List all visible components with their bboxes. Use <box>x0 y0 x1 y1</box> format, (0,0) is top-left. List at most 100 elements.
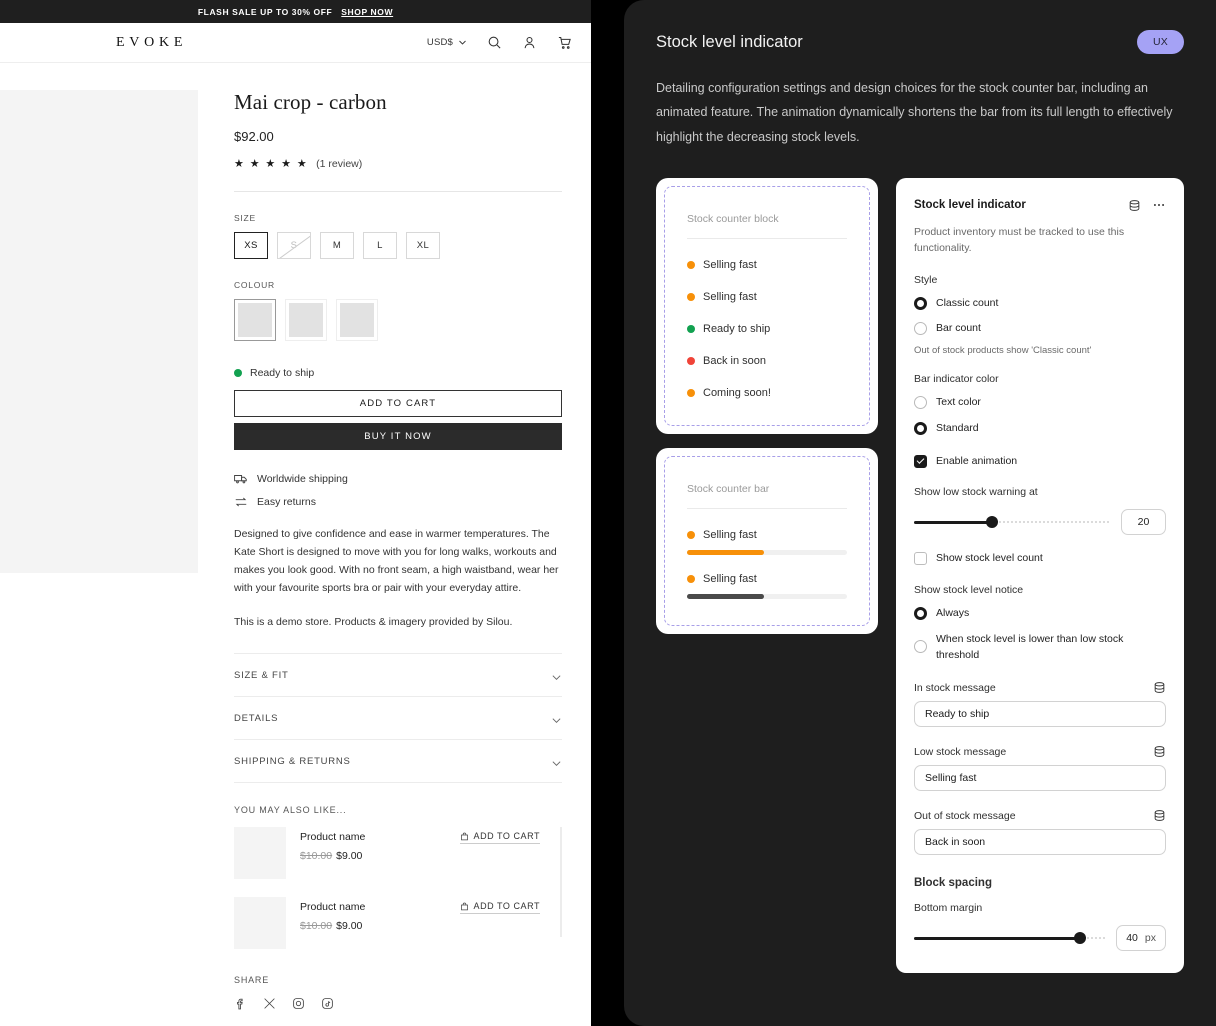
radio-icon <box>914 322 927 336</box>
checkbox-icon <box>914 552 927 566</box>
bar-item: Selling fast <box>687 529 847 556</box>
radio-label: Classic count <box>936 296 999 309</box>
status-label: Coming soon! <box>703 387 771 400</box>
status-dot <box>687 531 695 540</box>
settings-title: Stock level indicator <box>914 199 1026 212</box>
size-option-m[interactable]: M <box>320 232 354 259</box>
list-item: Ready to ship <box>687 323 847 335</box>
product-perks: Worldwide shipping Easy returns <box>234 472 562 509</box>
radio-bar-count[interactable]: Bar count <box>914 321 1166 337</box>
status-dot <box>687 389 695 398</box>
instagram-icon[interactable] <box>292 997 305 1010</box>
product-rating[interactable]: ★ ★ ★ ★ ★ (1 review) <box>234 157 562 171</box>
bag-icon <box>460 832 469 841</box>
spec-header: Stock level indicator UX <box>656 30 1184 54</box>
database-icon[interactable] <box>1128 199 1141 212</box>
accordion-shipping-returns[interactable]: SHIPPING & RETURNS <box>234 740 562 784</box>
size-label: SIZE <box>234 213 256 223</box>
low-stock-slider[interactable] <box>914 515 1110 529</box>
out-of-stock-message-input[interactable]: Back in soon <box>914 829 1166 856</box>
currency-selector[interactable]: USD$ <box>427 37 467 48</box>
facebook-icon[interactable] <box>234 997 247 1010</box>
checkbox-show-stock-count[interactable]: Show stock level count <box>914 551 1166 567</box>
colour-swatch-2[interactable] <box>285 299 327 341</box>
status-dot <box>687 575 695 584</box>
star-rating-icon: ★ ★ ★ ★ ★ <box>234 158 309 170</box>
low-stock-value-input[interactable]: 20 <box>1121 509 1166 536</box>
divider <box>687 508 847 510</box>
radio-icon <box>914 396 927 410</box>
related-atc-label: ADD TO CART <box>473 901 540 912</box>
accordion-size-fit[interactable]: SIZE & FIT <box>234 654 562 698</box>
product-gallery-image[interactable] <box>0 90 198 573</box>
stock-status-dot <box>234 369 242 377</box>
list-item: Back in soon <box>687 355 847 367</box>
buy-it-now-button[interactable]: BUY IT NOW <box>234 423 562 450</box>
low-stock-message-input[interactable]: Selling fast <box>914 765 1166 792</box>
style-label: Style <box>914 273 938 286</box>
bottom-margin-label: Bottom margin <box>914 902 983 915</box>
old-price: $10.00 <box>300 850 333 863</box>
x-icon[interactable] <box>263 997 276 1010</box>
account-icon[interactable] <box>522 35 537 50</box>
size-option-l[interactable]: L <box>363 232 397 259</box>
bottom-margin-control: 40 px <box>914 925 1166 952</box>
low-stock-field-header: Low stock message <box>914 745 1166 758</box>
product-thumbnail[interactable] <box>234 897 286 950</box>
radio-notice-threshold[interactable]: When stock level is lower than low stock… <box>914 632 1166 664</box>
preview-card-bar: Stock counter bar Selling fast Selling f… <box>656 448 878 635</box>
list-item[interactable]: Product name $10.00 $9.00 ADD TO CART <box>234 827 562 880</box>
settings-note: Product inventory must be tracked to use… <box>914 226 1125 255</box>
colour-swatch-1[interactable] <box>234 299 276 341</box>
radio-icon <box>914 296 927 310</box>
related-add-to-cart-button[interactable]: ADD TO CART <box>459 831 540 845</box>
search-icon[interactable] <box>487 35 502 50</box>
more-options-icon[interactable] <box>1152 198 1166 212</box>
cart-icon[interactable] <box>557 35 572 50</box>
size-option-s: S <box>277 232 311 259</box>
bottom-margin-value-input[interactable]: 40 px <box>1116 925 1166 952</box>
bottom-margin-slider[interactable] <box>914 931 1106 945</box>
related-scrollbar[interactable] <box>560 827 562 938</box>
product-info: Mai crop - carbon $92.00 ★ ★ ★ ★ ★ (1 re… <box>198 63 591 1010</box>
status-dot <box>687 325 695 334</box>
size-option-xs[interactable]: XS <box>234 232 268 259</box>
related-product-name: Product name <box>300 901 366 914</box>
colour-swatch-3[interactable] <box>336 299 378 341</box>
block-spacing-label: Block spacing <box>914 877 992 890</box>
list-item: Coming soon! <box>687 387 847 399</box>
radio-classic-count[interactable]: Classic count <box>914 296 1166 312</box>
perk-label: Easy returns <box>257 496 316 508</box>
status-label: Selling fast <box>703 573 757 586</box>
low-stock-label: Low stock message <box>914 745 1007 758</box>
related-add-to-cart-button[interactable]: ADD TO CART <box>459 901 540 915</box>
stock-status-label: Ready to ship <box>250 367 315 379</box>
database-icon[interactable] <box>1153 681 1166 694</box>
radio-standard[interactable]: Standard <box>914 421 1166 437</box>
tiktok-icon[interactable] <box>321 997 334 1010</box>
size-option-xl[interactable]: XL <box>406 232 440 259</box>
low-stock-warning-label: Show low stock warning at <box>914 486 1038 499</box>
in-stock-label: In stock message <box>914 681 996 694</box>
product-detail: Mai crop - carbon $92.00 ★ ★ ★ ★ ★ (1 re… <box>0 63 591 1010</box>
radio-notice-always[interactable]: Always <box>914 606 1166 622</box>
checkbox-label: Show stock level count <box>936 552 1043 565</box>
sale-price: $9.00 <box>336 850 363 863</box>
sale-price: $9.00 <box>336 920 363 933</box>
bottom-margin-value: 40 <box>1126 932 1138 945</box>
product-thumbnail[interactable] <box>234 827 286 880</box>
shop-now-link[interactable]: SHOP NOW <box>341 7 393 17</box>
in-stock-message-input[interactable]: Ready to ship <box>914 701 1166 728</box>
radio-text-color[interactable]: Text color <box>914 395 1166 411</box>
bar-item: Selling fast <box>687 573 847 600</box>
brand-logo[interactable]: EVOKE <box>116 35 187 51</box>
checkbox-enable-animation[interactable]: Enable animation <box>914 454 1166 470</box>
list-item[interactable]: Product name $10.00 $9.00 ADD TO CART <box>234 897 562 950</box>
accordion-details[interactable]: DETAILS <box>234 697 562 741</box>
database-icon[interactable] <box>1153 745 1166 758</box>
add-to-cart-button[interactable]: ADD TO CART <box>234 390 562 417</box>
database-icon[interactable] <box>1153 809 1166 822</box>
chevron-down-icon <box>458 38 467 47</box>
status-dot <box>687 261 695 270</box>
share-links <box>234 997 562 1010</box>
